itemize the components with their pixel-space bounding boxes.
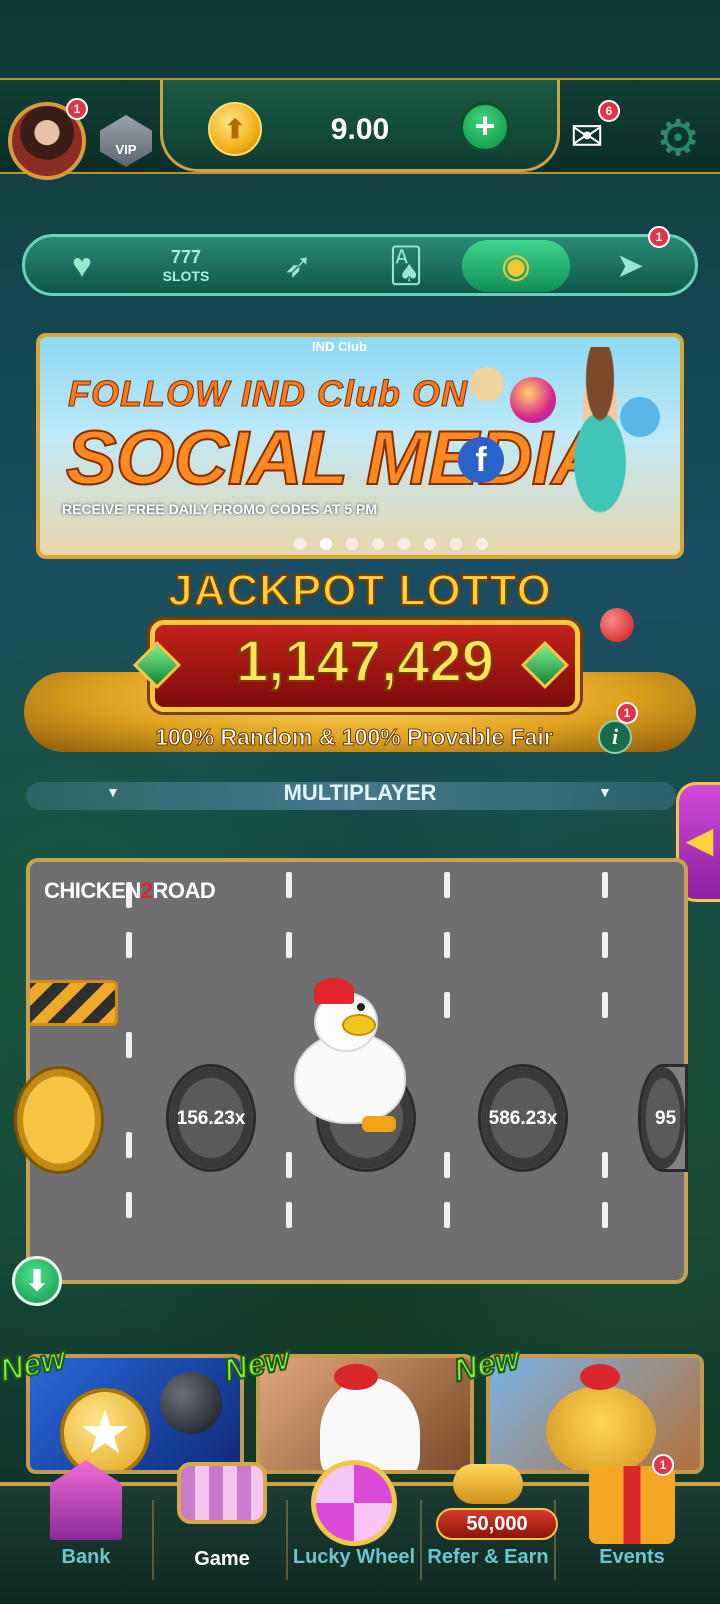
chicken-comb	[580, 1364, 620, 1390]
mail-badge: 6	[598, 100, 620, 122]
nav-events-label: Events	[599, 1546, 665, 1568]
multiplier-manhole: 95	[638, 1064, 688, 1172]
banner-pagination	[294, 537, 502, 555]
banner-dot[interactable]	[398, 538, 410, 550]
banner-model-image	[540, 347, 660, 555]
road-barrier	[30, 980, 118, 1026]
nav-lucky-wheel-label: Lucky Wheel	[292, 1546, 416, 1568]
tab-fishing[interactable]: ➤	[576, 240, 684, 292]
slot-machine-icon	[177, 1462, 267, 1524]
lane-line	[602, 1152, 608, 1178]
balance-value: 9.00	[330, 113, 390, 146]
nav-bank[interactable]: Bank	[20, 1460, 152, 1600]
banner-dot[interactable]	[372, 538, 384, 550]
lane-line	[126, 1132, 132, 1158]
banner-title-line1: FOLLOW IND Club ON	[68, 373, 468, 415]
game-logo-part2: 2	[140, 878, 153, 903]
gear-icon[interactable]: ⚙	[650, 110, 706, 166]
nav-refer-label: Refer & Earn	[427, 1546, 549, 1568]
chevron-down-icon: ▼	[598, 784, 612, 800]
tab-crash[interactable]: ➶	[244, 240, 352, 292]
whatsapp-icon	[470, 367, 504, 401]
instagram-icon	[510, 377, 556, 423]
share-icon	[453, 1464, 523, 1504]
tab-slots[interactable]: 777 SLOTS	[132, 240, 240, 292]
lane-line	[444, 872, 450, 898]
nav-divider	[554, 1500, 556, 1580]
game-logo-part3: ROAD	[152, 878, 216, 903]
lucky-wheel-icon	[311, 1460, 397, 1546]
cards-icon: 🂡	[388, 247, 424, 285]
info-badge: 1	[616, 702, 638, 724]
chevron-down-icon: ▼	[106, 784, 120, 800]
banner-dot[interactable]	[450, 538, 462, 550]
tab-slots-label: SLOTS	[162, 268, 210, 284]
lane-line	[126, 1192, 132, 1218]
facebook-icon: f	[458, 437, 504, 483]
bank-icon	[50, 1460, 122, 1540]
info-button[interactable]: i	[598, 720, 632, 754]
lane-line	[444, 932, 450, 958]
telegram-icon	[620, 397, 660, 437]
nav-game-label: Game	[194, 1548, 250, 1570]
game-logo-part1: CHICKEN	[44, 878, 141, 903]
lever-icon	[600, 608, 634, 642]
banner-logo: IND Club	[312, 339, 367, 354]
chicken-character	[292, 978, 412, 1134]
lane-line	[126, 932, 132, 958]
lane-line	[602, 932, 608, 958]
lane-line	[444, 1152, 450, 1178]
promo-banner[interactable]: IND Club FOLLOW IND Club ON SOCIAL MEDIA…	[36, 333, 684, 559]
banner-dot[interactable]	[320, 538, 332, 550]
banner-subtitle: RECEIVE FREE DAILY PROMO CODES AT 5 PM	[62, 501, 378, 517]
fishing-tab-badge: 1	[648, 226, 670, 248]
lane-line	[602, 872, 608, 898]
lane-line	[286, 1202, 292, 1228]
banner-dot[interactable]	[476, 538, 488, 550]
gift-icon	[589, 1466, 675, 1544]
game-logo: CHICKEN2ROAD	[44, 878, 216, 904]
nav-divider	[152, 1500, 154, 1580]
lane-line	[444, 992, 450, 1018]
jackpot-amount: 1,147,429	[235, 628, 495, 695]
bomb-icon	[160, 1372, 222, 1434]
banner-dot[interactable]	[346, 538, 358, 550]
777-icon: 777	[170, 247, 202, 267]
download-button[interactable]: ⬇	[12, 1256, 62, 1306]
nav-bank-label: Bank	[61, 1546, 111, 1568]
roulette-icon: ◉	[501, 247, 531, 285]
lane-line	[444, 1202, 450, 1228]
tab-cards[interactable]: 🂡	[352, 240, 460, 292]
multiplier-manhole: 586.23x	[478, 1064, 568, 1172]
banner-title-line2: SOCIAL MEDIA	[65, 415, 608, 502]
lane-line	[286, 1152, 292, 1178]
shark-icon: ➤	[615, 247, 645, 285]
lane-line	[602, 992, 608, 1018]
tab-roulette[interactable]: ◉	[462, 240, 570, 292]
tab-favorites[interactable]: ♥	[28, 240, 136, 292]
add-funds-button[interactable]: +	[460, 102, 510, 152]
banner-dot[interactable]	[294, 538, 306, 550]
lane-line	[286, 872, 292, 898]
lane-line	[286, 932, 292, 958]
lane-line	[126, 1032, 132, 1058]
nav-lucky-wheel[interactable]: Lucky Wheel	[288, 1460, 420, 1600]
lane-line	[602, 1202, 608, 1228]
events-badge: 1	[652, 1454, 674, 1476]
heart-icon: ♥	[71, 247, 93, 285]
rocket-icon: ➶	[283, 247, 313, 285]
refer-bonus-pill: 50,000	[436, 1508, 558, 1540]
nav-game[interactable]: Game	[156, 1460, 288, 1600]
multiplier-manhole: 156.23x	[166, 1064, 256, 1172]
nav-events[interactable]: Events	[566, 1460, 698, 1600]
chicken-comb	[334, 1364, 378, 1390]
profile-badge: 1	[66, 98, 88, 120]
coin-icon: ⬆	[208, 102, 262, 156]
banner-dot[interactable]	[424, 538, 436, 550]
gold-manhole	[14, 1066, 104, 1174]
